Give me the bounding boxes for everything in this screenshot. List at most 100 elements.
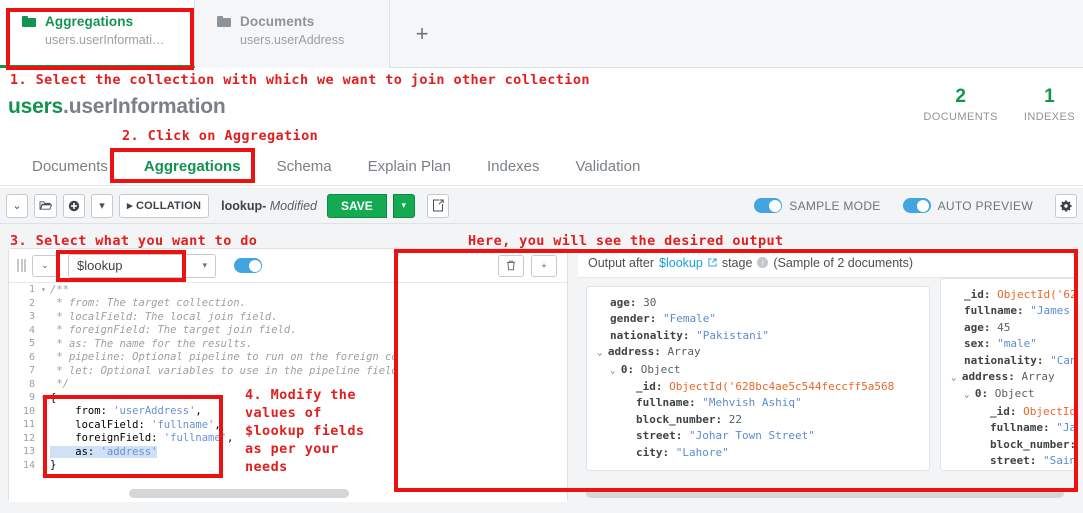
pipeline-modified-text: Modified — [269, 198, 317, 213]
tab-aggregations[interactable]: Aggregations users.userInformati… — [0, 0, 195, 68]
chevron-down-icon[interactable]: ⌄ — [597, 348, 608, 358]
stat-documents-label: DOCUMENTS — [923, 111, 998, 123]
chevron-down-icon[interactable]: ⌄ — [964, 390, 975, 400]
document-field-row: block_number: 30 — [951, 437, 1075, 453]
annotation-step-4-line-4: as per your — [245, 441, 339, 457]
collation-toggle[interactable]: ▸ COLLATION — [119, 193, 210, 218]
compass-window: Aggregations users.userInformati… Docume… — [0, 0, 1083, 513]
field-key: block_number — [990, 437, 1070, 451]
export-pipeline-icon[interactable] — [426, 193, 449, 218]
new-pipeline-caret[interactable]: ▾ — [91, 193, 113, 218]
line-number: 8 — [28, 378, 35, 390]
annotation-output: Here, you will see the desired output — [468, 233, 784, 249]
stat-indexes-value: 1 — [1044, 86, 1055, 107]
save-dropdown-caret[interactable]: ▾ — [392, 193, 415, 218]
chevron-down-icon: ▾ — [202, 260, 207, 270]
fold-toggle-icon[interactable]: ▾ — [41, 285, 50, 294]
stage-header: ⌄ $lookup ▾ + — [9, 249, 567, 283]
external-link-icon[interactable] — [708, 258, 717, 267]
field-value: 30 — [643, 296, 657, 309]
tab-schema[interactable]: Schema — [259, 148, 350, 186]
line-number: 9 — [28, 392, 35, 404]
output-header: Output after $lookup stage i (Sample of … — [578, 248, 1075, 278]
add-stage-button[interactable]: + — [531, 254, 557, 277]
open-pipeline-icon[interactable] — [34, 193, 57, 218]
stage-actions: + — [498, 254, 559, 277]
drag-handle-icon[interactable] — [17, 259, 26, 272]
auto-preview-toggle[interactable]: AUTO PREVIEW — [902, 198, 1033, 213]
tab-validation[interactable]: Validation — [558, 148, 659, 186]
field-value: "Canadian" — [1050, 353, 1075, 367]
output-horizontal-scrollbar[interactable] — [586, 488, 1064, 498]
code-text: * as: The name for the results. — [50, 337, 253, 350]
tab-aggregations-title: Aggregations — [45, 14, 134, 29]
chevron-down-icon[interactable]: ⌄ — [951, 373, 962, 383]
field-value: Array — [667, 345, 701, 359]
stage-enabled-toggle[interactable] — [234, 258, 262, 273]
document-field-row: street: "Saint-Denis Street" — [951, 453, 1075, 469]
field-separator: : — [1042, 421, 1057, 435]
annotation-step-2: 2. Click on Aggregation — [122, 128, 319, 144]
annotation-step-3: 3. Select what you want to do — [10, 233, 258, 249]
editor-horizontal-scrollbar[interactable] — [129, 489, 349, 498]
field-separator: : — [981, 387, 995, 401]
document-field-row: sex: "male" — [951, 336, 1075, 352]
auto-preview-switch[interactable] — [902, 198, 931, 213]
field-separator: : — [688, 396, 703, 410]
field-value: Array — [1021, 370, 1055, 384]
line-number: 11 — [22, 419, 35, 431]
field-key: fullname — [990, 421, 1043, 435]
tab-indexes[interactable]: Indexes — [469, 148, 558, 186]
field-separator: : — [983, 320, 998, 334]
document-field-row: fullname: "James Daniel" — [951, 303, 1075, 319]
field-key: fullname — [636, 396, 689, 410]
tab-documents[interactable]: Documents users.userAddress — [195, 0, 390, 68]
stage-operator-select[interactable]: $lookup ▾ — [68, 253, 216, 278]
pipeline-history-button[interactable]: ⌄ — [6, 193, 28, 218]
field-value: "Johar Town Street" — [689, 429, 815, 443]
tab-aggregations-section[interactable]: Aggregations — [126, 148, 259, 186]
stat-documents-value: 2 — [955, 86, 966, 107]
line-number: 12 — [22, 432, 35, 444]
output-sample-label: (Sample of 2 documents) — [773, 255, 914, 270]
field-separator: : — [629, 296, 644, 309]
tab-documents-subtitle: users.userAddress — [240, 33, 345, 47]
field-separator: : — [1016, 304, 1031, 318]
info-icon[interactable]: i — [757, 257, 769, 268]
stage-collapse-button[interactable]: ⌄ — [32, 254, 58, 277]
pipeline-workspace: ⌄ $lookup ▾ + 1 ▾/** 2 * from: The target … — [0, 224, 1083, 513]
field-separator: : — [1036, 353, 1051, 367]
annotation-step-4-line-2: values of — [245, 405, 322, 421]
field-key: address — [961, 370, 1009, 384]
field-value: ObjectId('628bc4ae5c544fec — [1023, 404, 1075, 418]
field-key: age — [964, 320, 984, 334]
sample-mode-toggle[interactable]: SAMPLE MODE — [754, 198, 880, 213]
field-value: "Pakistani" — [696, 328, 769, 342]
delete-stage-button[interactable] — [498, 254, 524, 277]
settings-button[interactable] — [1055, 193, 1077, 218]
collection-name: userInformation — [68, 95, 226, 118]
export-icon — [432, 199, 444, 212]
fold-toggle-icon[interactable]: ▾ — [41, 393, 50, 402]
new-tab-button[interactable]: + — [390, 0, 454, 67]
new-pipeline-button[interactable] — [63, 193, 85, 218]
field-key: _id — [636, 380, 656, 394]
field-key: _id — [964, 288, 984, 301]
annotation-step-4-line-3: $lookup fields — [245, 423, 365, 439]
code-line: 14} — [9, 459, 567, 473]
output-prefix-label: Output after — [588, 255, 655, 270]
code-text: * localField: The local join field. — [50, 310, 278, 323]
tab-explain-plan[interactable]: Explain Plan — [350, 148, 469, 186]
tab-bar: Aggregations users.userInformati… Docume… — [0, 0, 1083, 68]
field-key: age — [610, 296, 630, 309]
plus-circle-icon — [68, 200, 80, 211]
field-value: 22 — [728, 412, 742, 426]
chevron-down-icon[interactable]: ⌄ — [610, 366, 621, 376]
sample-mode-switch[interactable] — [754, 198, 783, 213]
code-text: * let: Optional variables to use in the … — [50, 364, 398, 377]
save-button[interactable]: SAVE — [327, 193, 387, 218]
code-text: * foreignField: The target join field. — [50, 324, 297, 337]
field-key: street — [990, 454, 1030, 468]
tab-documents-section[interactable]: Documents — [14, 148, 126, 186]
field-key: street — [636, 429, 676, 443]
